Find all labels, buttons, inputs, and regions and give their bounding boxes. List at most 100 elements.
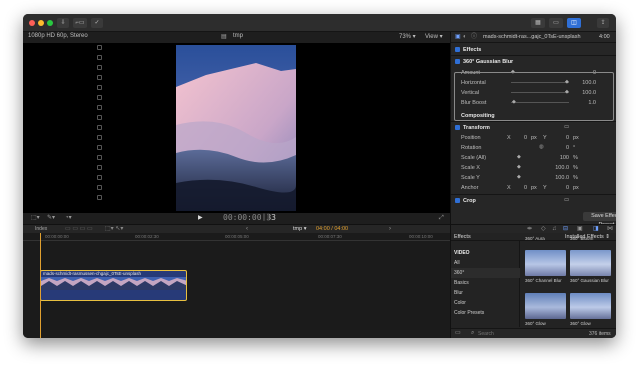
rotation-value[interactable]: 0 [539,145,569,151]
snapping-icon[interactable]: ⊟ [563,225,568,233]
ruler-tick: 00:00:05:00 [225,234,249,239]
scale-y-unit: % [573,175,578,181]
position-label: Position [461,135,481,141]
slider-knob-icon[interactable]: ◆ [517,164,521,170]
gaussian-blur-checkbox[interactable] [455,59,460,64]
effects-search-input[interactable] [478,330,538,337]
inspector-toggle-icon[interactable]: ◫ [567,18,581,28]
effects-checkbox[interactable] [455,47,460,52]
viewer[interactable] [23,43,450,213]
keywords-icon[interactable]: ⌐▭ [73,18,87,28]
effect-thumbnail[interactable] [525,293,566,319]
minimize-window-button[interactable] [38,20,44,26]
select-tool-icon[interactable]: ⬚▾ ↖▾ [105,225,123,233]
onscreen-control-icon[interactable]: ▭ [564,197,569,203]
anchor-row[interactable]: Anchor X 0 px Y 0 px [451,183,616,193]
zoom-window-button[interactable] [47,20,53,26]
effects-section[interactable]: Effects [451,45,616,55]
photos-audio-icon[interactable]: ▣ [577,225,583,233]
category-basics[interactable]: Basics [451,278,520,288]
timeline-toggle-icon[interactable]: ▭ [549,18,563,28]
project-menu-label: tmp [293,226,303,232]
timecode-value: 00:00:00 [223,213,262,222]
position-y-unit: px [573,135,579,141]
crop-checkbox[interactable] [455,198,460,203]
headphones-icon[interactable]: ♫ [552,225,557,233]
background-tasks-icon[interactable]: ✓ [91,18,103,28]
category-blur[interactable]: Blur [451,288,520,298]
browser-toggle-icon[interactable]: ▦ [531,18,545,28]
video-inspector-icon[interactable]: ▣ [455,33,461,41]
zoom-menu[interactable]: 73% ▾ [399,33,416,40]
compositing-section[interactable]: Compositing [451,111,616,121]
effect-thumbnail[interactable] [525,250,566,276]
category-color[interactable]: Color [451,298,520,308]
category-color-presets[interactable]: Color Presets [451,308,520,318]
scale-x-row[interactable]: Scale X ◆ 100.0 % [451,163,616,173]
timeline-ruler[interactable]: 00:00:00:00 00:00:02:30 00:00:05:00 00:0… [23,233,450,241]
skimming-icon[interactable]: ◇ [541,225,546,233]
effects-browser-icon[interactable]: ◨ [593,225,599,233]
effects-browser: ⇹ ◇ ♫ ⊟ ▣ ◨ ⋈ Effects Installed Effects … [450,224,616,338]
ruler-tick: 00:00:02:30 [135,234,159,239]
category-label: VIDEO [454,250,470,256]
position-x-unit: px [531,135,537,141]
transform-checkbox[interactable] [455,125,460,130]
effects-browser-title: Effects [454,234,471,240]
onscreen-control-icon[interactable]: ▭ [564,124,569,130]
category-all[interactable]: All [451,258,520,268]
slider-knob-icon[interactable]: ◆ [517,154,521,160]
scale-y-value[interactable]: 100.0 [539,175,569,181]
enhance-tool-icon[interactable]: ✎▾ [47,214,55,222]
scale-x-label: Scale X [461,165,480,171]
index-button[interactable]: Index [35,226,47,232]
effect-label: 360° Gaussian Blur [570,278,609,283]
fullscreen-icon[interactable]: ⤢ [439,214,444,222]
position-row[interactable]: Position X 0 px Y 0 px [451,133,616,143]
scale-all-label: Scale (All) [461,155,487,161]
category-360[interactable]: 360° [451,268,520,278]
color-inspector-icon[interactable]: ◐ [463,33,467,41]
transform-heading: Transform [463,125,490,131]
edit-buttons-icon[interactable]: ▭ ▭ ▭ ▭ [65,225,93,233]
clip-appearance-icon[interactable]: ⇹ [527,225,532,233]
effect-thumbnail[interactable] [570,293,611,319]
category-label: Basics [454,280,469,286]
timeline[interactable]: 00:00:00:00 00:00:02:30 00:00:05:00 00:0… [23,233,450,338]
transitions-browser-icon[interactable]: ⋈ [607,225,613,233]
anchor-y-value[interactable]: 0 [549,185,569,191]
timeline-clip[interactable]: mads-schmidt-rasmussen-chgajc_0TsE-unspl… [40,270,187,301]
final-cut-window: ⇩ ⌐▭ ✓ ▦ ▭ ◫ ⇪ 1080p HD 60p, Stereo ▤ tm… [23,14,616,338]
slider-knob-icon[interactable]: ◆ [517,174,521,180]
back-arrow-icon[interactable]: ‹ [246,225,248,233]
play-icon[interactable]: ▶ [198,214,203,222]
import-icon[interactable]: ⇩ [57,18,69,28]
position-y-label: Y [543,135,547,141]
transform-section[interactable]: Transform ▭ [451,123,616,133]
forward-arrow-icon[interactable]: › [389,225,391,233]
effect-thumbnail[interactable] [570,250,611,276]
project-menu[interactable]: tmp ▾ [293,226,306,232]
speed-tool-icon[interactable]: ◔▾ [65,214,72,222]
close-window-button[interactable] [29,20,35,26]
scale-y-row[interactable]: Scale Y ◆ 100.0 % [451,173,616,183]
scale-all-value[interactable]: 100 [539,155,569,161]
scale-all-row[interactable]: Scale (All) ◆ 100 % [451,153,616,163]
sidebar-toggle-icon[interactable]: ▭ [455,329,461,337]
format-info: 1080p HD 60p, Stereo [28,33,88,39]
position-y-value[interactable]: 0 [549,135,569,141]
zoom-value: 73% [399,34,412,40]
effect-label: 360° Channel Blur [525,278,562,283]
view-menu[interactable]: View ▾ [425,33,443,40]
transform-tool-icon[interactable]: ⬚▾ [31,214,40,222]
gaussian-blur-header[interactable]: 360° Gaussian Blur [451,57,616,67]
position-x-value[interactable]: 0 [507,135,527,141]
crop-section[interactable]: Crop ▭ [451,196,616,206]
share-icon[interactable]: ⇪ [597,18,609,28]
anchor-x-value[interactable]: 0 [507,185,527,191]
rotation-row[interactable]: Rotation ◍ 0 ° [451,143,616,153]
save-effects-preset-button[interactable]: Save Effects Preset [583,212,616,228]
scale-x-value[interactable]: 100.0 [539,165,569,171]
info-inspector-icon[interactable]: ⓘ [471,33,477,41]
playhead[interactable] [40,233,41,338]
